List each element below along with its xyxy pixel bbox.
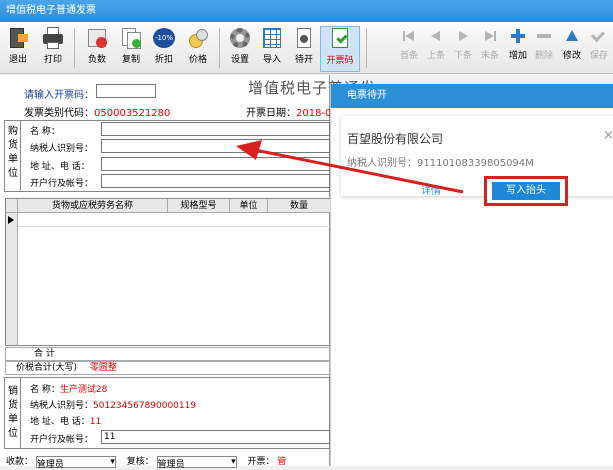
annotation-arrow — [236, 140, 464, 194]
arrow-head-icon — [236, 140, 262, 160]
arrow-shaft — [254, 148, 464, 194]
